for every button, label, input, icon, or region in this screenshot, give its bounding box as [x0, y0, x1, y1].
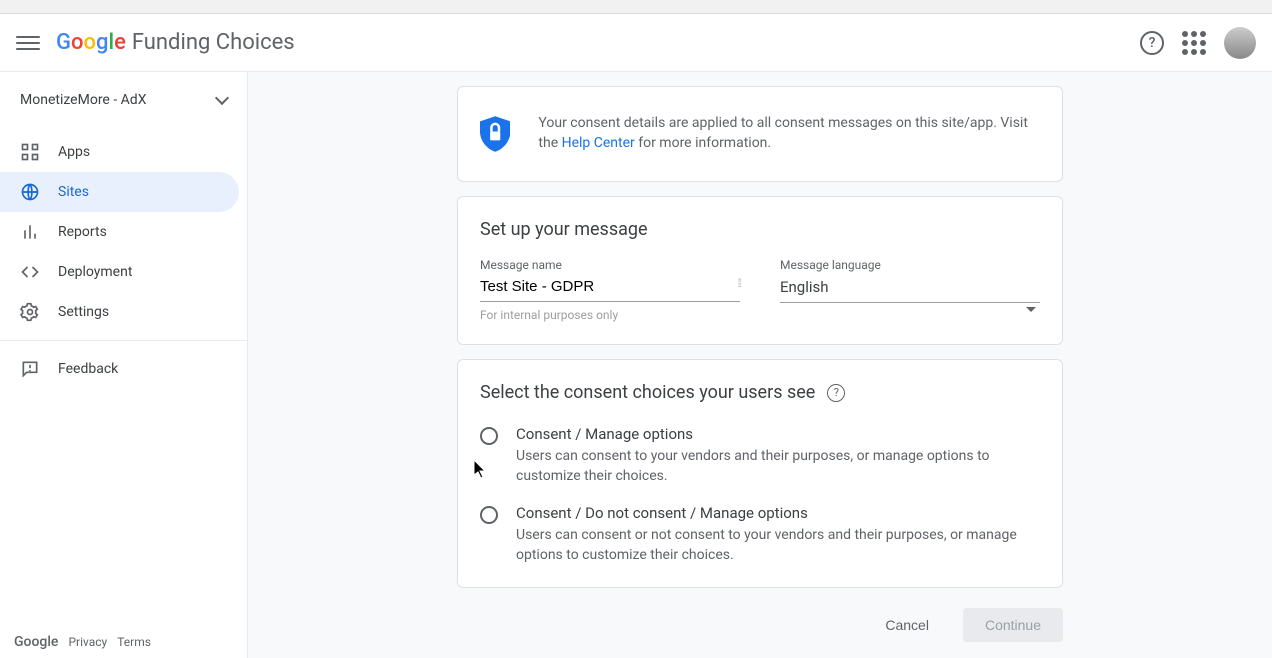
message-name-hint: For internal purposes only	[480, 308, 740, 322]
sidebar-item-feedback[interactable]: Feedback	[0, 349, 239, 389]
google-logo: Google	[56, 30, 126, 55]
sidebar-item-label: Feedback	[58, 361, 118, 377]
sidebar-item-label: Settings	[58, 304, 109, 320]
chevron-down-icon	[215, 91, 229, 105]
sidebar-item-label: Sites	[58, 184, 89, 200]
radio-icon	[480, 427, 498, 445]
sidebar-item-sites[interactable]: Sites	[0, 172, 239, 212]
option-title: Consent / Manage options	[516, 425, 1040, 443]
sidebar: MonetizeMore - AdX Apps Sites	[0, 72, 248, 658]
consent-option-2[interactable]: Consent / Do not consent / Manage option…	[480, 504, 1040, 565]
help-icon[interactable]: ?	[1140, 31, 1164, 55]
feedback-icon	[20, 359, 40, 379]
continue-button[interactable]: Continue	[963, 608, 1063, 642]
divider	[0, 340, 247, 341]
app-header: Google Funding Choices ?	[0, 14, 1272, 72]
sidebar-item-label: Deployment	[58, 264, 132, 280]
sidebar-item-apps[interactable]: Apps	[0, 132, 239, 172]
apps-icon[interactable]	[1182, 31, 1206, 55]
setup-card: Set up your message Message name ⁞⁞ For …	[457, 196, 1063, 345]
help-center-link[interactable]: Help Center	[562, 135, 635, 151]
product-logo: Google Funding Choices	[56, 30, 295, 55]
privacy-link[interactable]: Privacy	[68, 635, 107, 649]
account-selector[interactable]: MonetizeMore - AdX	[0, 80, 247, 120]
option-description: Users can consent to your vendors and th…	[516, 447, 1040, 486]
info-text-after: for more information.	[635, 135, 771, 151]
product-name: Funding Choices	[132, 30, 295, 55]
info-card: Your consent details are applied to all …	[457, 86, 1063, 182]
bar-chart-icon	[20, 222, 40, 242]
message-name-input[interactable]	[480, 272, 740, 302]
choices-card: Select the consent choices your users se…	[457, 359, 1063, 588]
globe-icon	[20, 182, 40, 202]
consent-option-1[interactable]: Consent / Manage options Users can conse…	[480, 425, 1040, 486]
setup-title: Set up your message	[480, 219, 1040, 240]
option-title: Consent / Do not consent / Manage option…	[516, 504, 1040, 522]
account-name: MonetizeMore - AdX	[20, 92, 146, 108]
code-icon	[20, 262, 40, 282]
gear-icon	[20, 302, 40, 322]
message-name-label: Message name	[480, 258, 740, 272]
message-language-field[interactable]: Message language English	[780, 258, 1040, 322]
sidebar-footer: Google Privacy Terms	[14, 634, 151, 650]
help-tooltip-icon[interactable]: ?	[827, 384, 845, 402]
avatar[interactable]	[1224, 27, 1256, 59]
choices-title: Select the consent choices your users se…	[480, 382, 815, 403]
input-handle-icon: ⁞⁞	[737, 276, 740, 290]
sidebar-item-label: Reports	[58, 224, 107, 240]
option-description: Users can consent or not consent to your…	[516, 526, 1040, 565]
cancel-button[interactable]: Cancel	[863, 608, 951, 642]
dropdown-arrow-icon	[1026, 307, 1036, 312]
terms-link[interactable]: Terms	[117, 635, 151, 649]
message-name-field: Message name ⁞⁞ For internal purposes on…	[480, 258, 740, 322]
sidebar-item-deployment[interactable]: Deployment	[0, 252, 239, 292]
main-content: Your consent details are applied to all …	[248, 72, 1272, 658]
sidebar-item-label: Apps	[58, 144, 90, 160]
sidebar-item-settings[interactable]: Settings	[0, 292, 239, 332]
message-language-value: English	[780, 272, 1040, 303]
message-language-label: Message language	[780, 258, 1040, 272]
action-buttons: Cancel Continue	[457, 608, 1063, 642]
browser-chrome-bar	[0, 0, 1272, 14]
radio-icon	[480, 506, 498, 524]
info-text: Your consent details are applied to all …	[538, 114, 1040, 153]
apps-grid-icon	[20, 142, 40, 162]
google-text: Google	[14, 634, 58, 650]
shield-lock-icon	[480, 109, 510, 159]
menu-icon[interactable]	[16, 31, 40, 55]
sidebar-item-reports[interactable]: Reports	[0, 212, 239, 252]
